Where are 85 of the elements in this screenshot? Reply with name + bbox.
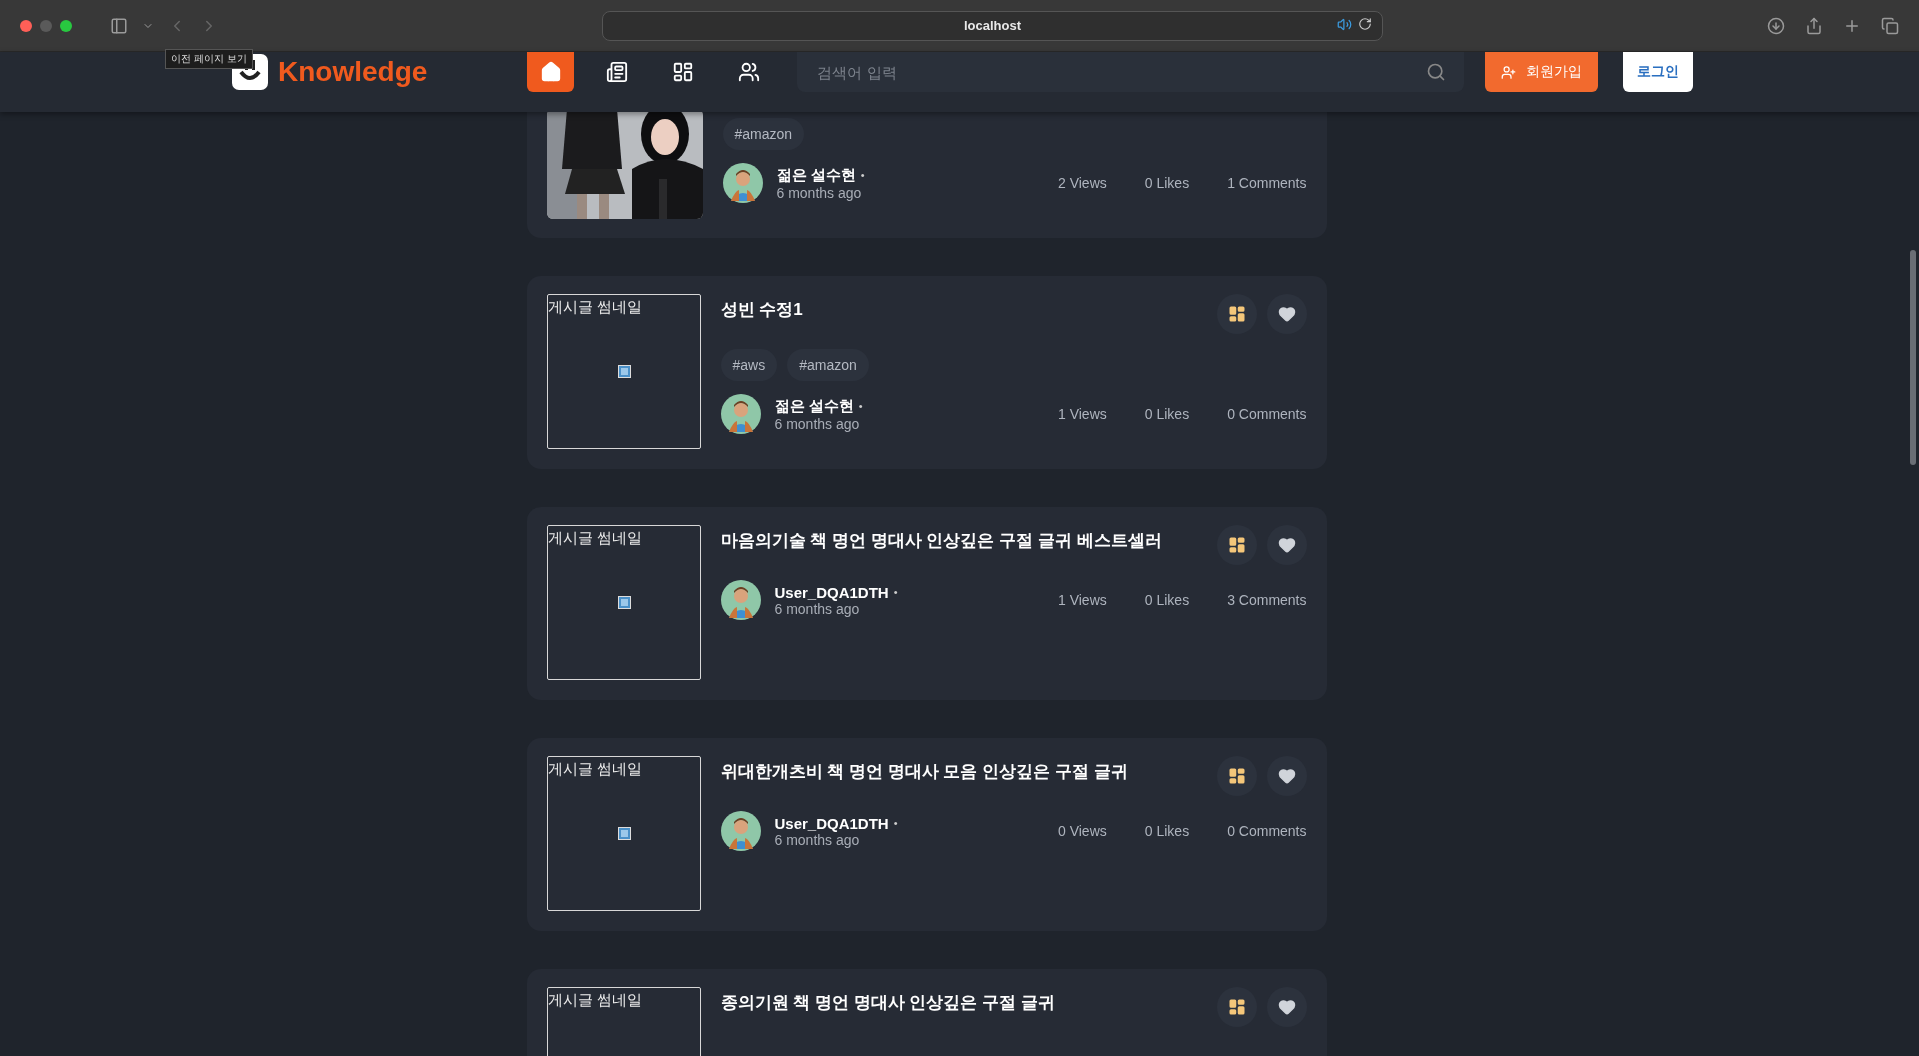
- grid-icon: [671, 61, 694, 83]
- scrollbar[interactable]: [1910, 250, 1916, 465]
- like-count: 0 Likes: [1144, 592, 1190, 608]
- heart-icon: [1277, 998, 1296, 1016]
- broken-image-icon: [617, 596, 631, 609]
- like-count: 0 Likes: [1144, 406, 1190, 422]
- bookmark-button[interactable]: [1216, 525, 1257, 565]
- tag[interactable]: #aws: [720, 349, 778, 381]
- author-name[interactable]: 젊은 설수현: [774, 396, 854, 416]
- author-name[interactable]: User_DQA1DTH: [774, 814, 889, 832]
- post-card[interactable]: #amazon 젊은 설수현 • 6 months ago 2 Views 0 Likes 1 Comments: [526, 112, 1327, 238]
- post-card[interactable]: 게시글 썸네일 위대한개츠비 책 명언 명대사 모음 인상깊은 구절 글귀 User_DQA1DTH • 6 months ago 0 Views 0 Likes 0 Comments: [526, 738, 1327, 931]
- tag[interactable]: #amazon: [722, 118, 805, 150]
- thumbnail-alt-text: 게시글 썸네일: [547, 991, 642, 1010]
- bookmark-button[interactable]: [1216, 756, 1257, 796]
- heart-icon: [1277, 536, 1296, 554]
- separator-dot: •: [893, 817, 898, 829]
- avatar: [720, 394, 761, 434]
- separator-dot: •: [858, 400, 863, 412]
- post-card[interactable]: 게시글 썸네일 성빈 수정1 #aws #amazon 젊은 설수현 • 6 months ago 1 Views 0 Likes 0 Comments: [526, 276, 1327, 469]
- view-count: 1 Views: [1058, 592, 1107, 608]
- like-button[interactable]: [1266, 987, 1307, 1027]
- view-count: 0 Views: [1058, 823, 1107, 839]
- logo-text[interactable]: Knowledge: [278, 56, 428, 88]
- thumbnail-alt-text: 게시글 썸네일: [547, 760, 642, 779]
- avatar: [722, 163, 763, 203]
- grid-icon: [1227, 305, 1246, 323]
- maximize-button[interactable]: [60, 19, 72, 32]
- nav-tab[interactable]: [527, 52, 575, 92]
- post-title[interactable]: 성빈 수정1: [720, 294, 803, 321]
- search-field[interactable]: 검색어 입력: [797, 52, 1465, 92]
- separator-dot: •: [860, 169, 865, 181]
- speaker-icon[interactable]: [1337, 16, 1352, 32]
- comment-count: 0 Comments: [1227, 406, 1307, 422]
- post-time: 6 months ago: [774, 415, 861, 432]
- users-icon: [737, 61, 760, 83]
- broken-image-icon: [617, 827, 631, 840]
- post-time: 6 months ago: [774, 831, 860, 848]
- post-title[interactable]: 종의기원 책 명언 명대사 인상깊은 구절 글귀: [720, 987, 1055, 1014]
- search-icon[interactable]: [1426, 62, 1447, 82]
- bookmark-button[interactable]: [1216, 294, 1257, 334]
- comment-count: 0 Comments: [1227, 823, 1307, 839]
- post-card[interactable]: 게시글 썸네일 마음의기술 책 명언 명대사 인상깊은 구절 글귀 베스트셀러 User_DQA1DTH • 6 months ago 1 Views 0 Likes 3 Comments: [526, 507, 1327, 700]
- share-icon[interactable]: [1805, 16, 1823, 35]
- like-button[interactable]: [1266, 294, 1307, 334]
- user-plus-icon: [1501, 64, 1517, 80]
- like-count: 0 Likes: [1144, 823, 1190, 839]
- close-button[interactable]: [20, 19, 32, 32]
- comment-count: 1 Comments: [1227, 175, 1307, 191]
- grid-icon: [1227, 536, 1246, 554]
- post-time: 6 months ago: [776, 184, 863, 201]
- thumbnail-alt-text: 게시글 썸네일: [547, 298, 642, 317]
- sidebar-icon[interactable]: [110, 16, 128, 35]
- heart-icon: [1277, 767, 1296, 785]
- tooltip: 이전 페이지 보기: [165, 49, 253, 69]
- view-count: 2 Views: [1058, 175, 1107, 191]
- like-count: 0 Likes: [1144, 175, 1190, 191]
- post-title[interactable]: 위대한개츠비 책 명언 명대사 모음 인상깊은 구절 글귀: [720, 756, 1128, 783]
- view-count: 1 Views: [1058, 406, 1107, 422]
- avatar: [720, 580, 761, 620]
- grid-icon: [1227, 767, 1246, 785]
- reload-icon[interactable]: [1358, 16, 1372, 31]
- heart-icon: [1277, 305, 1296, 323]
- post-card[interactable]: 게시글 썸네일 종의기원 책 명언 명대사 인상깊은 구절 글귀: [526, 969, 1327, 1056]
- newspaper-icon: [605, 61, 628, 83]
- like-button[interactable]: [1266, 525, 1307, 565]
- post-time: 6 months ago: [774, 600, 860, 617]
- search-input[interactable]: 검색어 입력: [815, 62, 1427, 82]
- tag[interactable]: #amazon: [787, 349, 869, 381]
- thumbnail-alt-text: 게시글 썸네일: [547, 529, 642, 548]
- author-name[interactable]: 젊은 설수현: [776, 165, 856, 185]
- comment-count: 3 Comments: [1227, 592, 1307, 608]
- address-bar[interactable]: localhost: [602, 10, 1383, 41]
- login-button[interactable]: 로그인: [1623, 52, 1694, 92]
- avatar: [720, 811, 761, 851]
- author-name[interactable]: User_DQA1DTH: [774, 583, 889, 601]
- download-icon[interactable]: [1767, 16, 1785, 35]
- bookmark-button[interactable]: [1216, 987, 1257, 1027]
- broken-image-icon: [617, 365, 631, 378]
- post-title[interactable]: 마음의기술 책 명언 명대사 인상깊은 구절 글귀 베스트셀러: [720, 525, 1162, 552]
- home-icon: [539, 61, 562, 83]
- tabs-icon[interactable]: [1881, 16, 1899, 35]
- separator-dot: •: [893, 586, 898, 598]
- grid-icon: [1227, 998, 1246, 1016]
- like-button[interactable]: [1266, 756, 1307, 796]
